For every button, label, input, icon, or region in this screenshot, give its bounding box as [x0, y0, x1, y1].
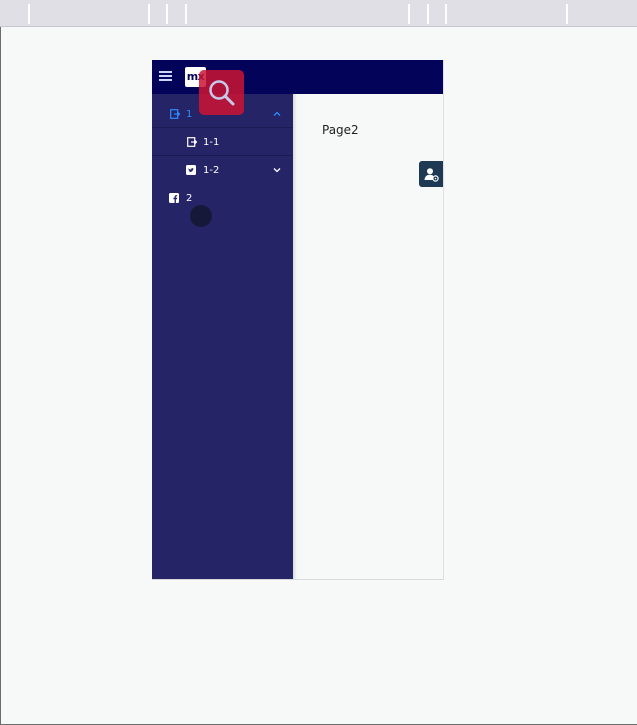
toolbar-divider: [185, 4, 187, 24]
sidebar-item-1-1[interactable]: 1-1: [152, 129, 293, 156]
sign-in-icon: [187, 137, 197, 147]
user-settings-button[interactable]: [419, 161, 443, 187]
sidebar-item-label: 1-2: [203, 165, 220, 176]
sidebar-item-2[interactable]: 2: [152, 185, 293, 212]
facebook-icon: [169, 193, 179, 203]
sidebar-item-label: 1: [186, 109, 193, 120]
browser-toolbar: [0, 0, 637, 27]
search-button[interactable]: [199, 70, 244, 115]
app-header: mx: [152, 60, 443, 94]
toolbar-divider: [148, 4, 150, 24]
toolbar-divider: [166, 4, 168, 24]
touch-indicator: [190, 205, 212, 227]
toolbar-divider: [566, 4, 568, 24]
twitter-icon: [186, 165, 196, 175]
sidebar: 1 1-1 1-2 2: [152, 94, 293, 579]
toolbar-divider: [427, 4, 429, 24]
content-shadow: [293, 94, 297, 579]
sidebar-item-label: 1-1: [203, 137, 220, 148]
chevron-down-icon: [273, 168, 281, 173]
sidebar-item-1-2[interactable]: 1-2: [152, 157, 293, 184]
sidebar-item-label: 2: [186, 193, 193, 204]
sign-in-icon: [170, 109, 180, 119]
app-window: mx 1 1-1 1-2 2 Page2: [152, 60, 444, 580]
page-title: Page2: [322, 123, 359, 137]
toolbar-divider: [28, 4, 30, 24]
toolbar-divider: [408, 4, 410, 24]
toolbar-divider: [445, 4, 447, 24]
hamburger-icon[interactable]: [159, 71, 172, 82]
search-icon: [209, 80, 235, 106]
chevron-up-icon: [273, 111, 281, 116]
user-settings-icon: [424, 168, 439, 182]
